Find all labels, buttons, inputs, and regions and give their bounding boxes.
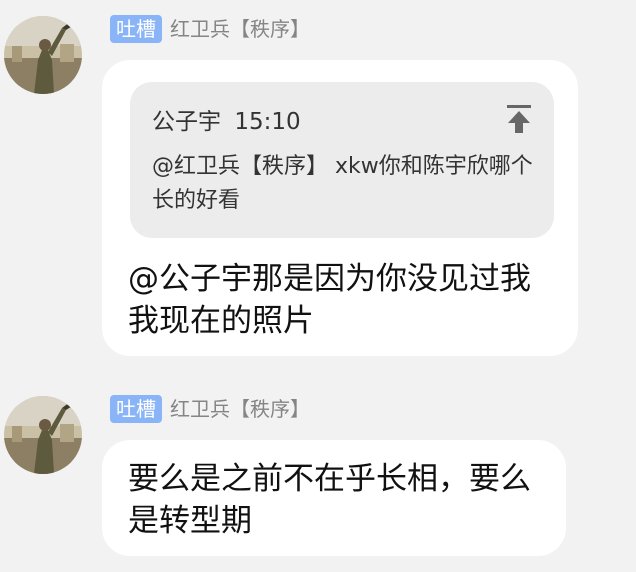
sender-row: 吐槽 红卫兵【秩序】 xyxy=(110,394,310,424)
chat-message: 吐槽 红卫兵【秩序】 要么是之前不在乎长相，要么是转型期 xyxy=(0,380,636,572)
quote-time: 15:10 xyxy=(234,109,301,135)
quote-text: @红卫兵【秩序】 xkw你和陈宇欣哪个长的好看 xyxy=(152,154,533,213)
arrow-up-to-top-icon[interactable] xyxy=(506,104,532,134)
quote-header: 公子宇 15:10 xyxy=(152,102,301,136)
sender-name[interactable]: 红卫兵【秩序】 xyxy=(170,15,310,43)
quoted-message[interactable]: 公子宇 15:10 @红卫兵【秩序】 xkw你和陈宇欣哪个长的好看 xyxy=(130,82,554,238)
message-text: @公子宇那是因为你没见过我我现在的照片 xyxy=(128,261,531,339)
chat-message: 吐槽 红卫兵【秩序】 公子宇 15:10 @红卫兵【秩序】 xkw你和陈宇欣哪个… xyxy=(0,0,636,365)
title-badge: 吐槽 xyxy=(110,395,162,423)
avatar-image xyxy=(4,16,82,94)
avatar-image xyxy=(4,396,82,474)
sender-row: 吐槽 红卫兵【秩序】 xyxy=(110,14,310,44)
message-bubble[interactable]: 公子宇 15:10 @红卫兵【秩序】 xkw你和陈宇欣哪个长的好看 @公子宇那是… xyxy=(102,60,578,356)
sender-name[interactable]: 红卫兵【秩序】 xyxy=(170,395,310,423)
message-text: 要么是之前不在乎长相，要么是转型期 xyxy=(128,461,531,539)
quote-author: 公子宇 xyxy=(152,109,221,135)
avatar[interactable] xyxy=(4,396,82,474)
avatar[interactable] xyxy=(4,16,82,94)
message-bubble[interactable]: 要么是之前不在乎长相，要么是转型期 xyxy=(102,440,566,556)
title-badge: 吐槽 xyxy=(110,15,162,43)
